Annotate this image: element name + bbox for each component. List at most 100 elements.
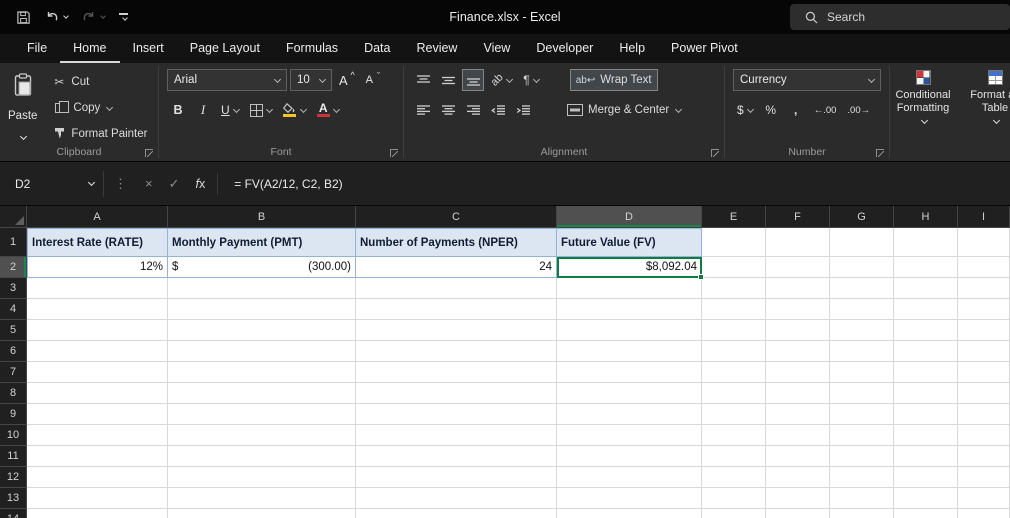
cell-H8[interactable] xyxy=(894,383,958,404)
row-header-8[interactable]: 8 xyxy=(0,383,27,404)
cell-I10[interactable] xyxy=(958,425,1010,446)
cell-D2[interactable]: $8,092.04 xyxy=(557,257,702,278)
cell-C8[interactable] xyxy=(356,383,557,404)
cell-A1[interactable]: Interest Rate (RATE) xyxy=(27,228,168,257)
row-header-1[interactable]: 1 xyxy=(0,228,27,257)
decrease-indent-button[interactable] xyxy=(487,99,509,121)
cell-C4[interactable] xyxy=(356,299,557,320)
cell-G12[interactable] xyxy=(830,467,894,488)
column-header-B[interactable]: B xyxy=(168,206,356,228)
cell-H6[interactable] xyxy=(894,341,958,362)
tab-review[interactable]: Review xyxy=(403,34,470,63)
cell-I13[interactable] xyxy=(958,488,1010,509)
number-format-select[interactable]: Currency xyxy=(733,69,881,91)
cell-H9[interactable] xyxy=(894,404,958,425)
cell-E5[interactable] xyxy=(702,320,766,341)
cell-D11[interactable] xyxy=(557,446,702,467)
cell-E7[interactable] xyxy=(702,362,766,383)
cell-C10[interactable] xyxy=(356,425,557,446)
cell-H10[interactable] xyxy=(894,425,958,446)
column-header-A[interactable]: A xyxy=(27,206,168,228)
cell-C1[interactable]: Number of Payments (NPER) xyxy=(356,228,557,257)
cell-F10[interactable] xyxy=(766,425,830,446)
column-header-E[interactable]: E xyxy=(702,206,766,228)
cell-H5[interactable] xyxy=(894,320,958,341)
cell-G9[interactable] xyxy=(830,404,894,425)
cell-I4[interactable] xyxy=(958,299,1010,320)
comma-style-button[interactable]: , xyxy=(785,99,807,121)
cell-F13[interactable] xyxy=(766,488,830,509)
cell-B2[interactable]: $(300.00) xyxy=(168,257,356,278)
cell-E8[interactable] xyxy=(702,383,766,404)
cell-A2[interactable]: 12% xyxy=(27,257,168,278)
cell-F1[interactable] xyxy=(766,228,830,257)
cell-H3[interactable] xyxy=(894,278,958,299)
cell-H4[interactable] xyxy=(894,299,958,320)
tab-formulas[interactable]: Formulas xyxy=(273,34,351,63)
insert-function-button[interactable]: fx xyxy=(196,177,206,191)
underline-button[interactable]: U xyxy=(217,99,243,121)
cancel-button[interactable]: × xyxy=(145,176,153,191)
cell-A8[interactable] xyxy=(27,383,168,404)
cell-H13[interactable] xyxy=(894,488,958,509)
cell-E4[interactable] xyxy=(702,299,766,320)
cell-C3[interactable] xyxy=(356,278,557,299)
cell-B13[interactable] xyxy=(168,488,356,509)
cell-D10[interactable] xyxy=(557,425,702,446)
cell-A12[interactable] xyxy=(27,467,168,488)
cell-B12[interactable] xyxy=(168,467,356,488)
cell-G2[interactable] xyxy=(830,257,894,278)
cell-E3[interactable] xyxy=(702,278,766,299)
cell-A7[interactable] xyxy=(27,362,168,383)
cell-G13[interactable] xyxy=(830,488,894,509)
cell-I14[interactable] xyxy=(958,509,1010,518)
enter-button[interactable]: ✓ xyxy=(169,176,180,192)
cell-A6[interactable] xyxy=(27,341,168,362)
cell-H2[interactable] xyxy=(894,257,958,278)
cell-G5[interactable] xyxy=(830,320,894,341)
cell-C9[interactable] xyxy=(356,404,557,425)
cell-G10[interactable] xyxy=(830,425,894,446)
cell-F14[interactable] xyxy=(766,509,830,518)
cell-H12[interactable] xyxy=(894,467,958,488)
cell-E1[interactable] xyxy=(702,228,766,257)
cell-C13[interactable] xyxy=(356,488,557,509)
cell-F12[interactable] xyxy=(766,467,830,488)
cell-I5[interactable] xyxy=(958,320,1010,341)
decrease-decimal-button[interactable]: .00→ xyxy=(843,99,874,121)
font-name-select[interactable]: Arial xyxy=(167,69,287,91)
number-dialog-launcher[interactable] xyxy=(876,149,884,157)
percent-style-button[interactable]: % xyxy=(760,99,782,121)
text-direction-button[interactable]: ¶ xyxy=(519,69,542,91)
cell-I1[interactable] xyxy=(958,228,1010,257)
cell-D7[interactable] xyxy=(557,362,702,383)
cell-D8[interactable] xyxy=(557,383,702,404)
cell-H11[interactable] xyxy=(894,446,958,467)
cut-button[interactable]: ✂ Cut xyxy=(46,71,153,93)
increase-decimal-button[interactable]: ←.00 xyxy=(810,99,841,121)
column-header-C[interactable]: C xyxy=(356,206,557,228)
font-dialog-launcher[interactable] xyxy=(390,149,398,157)
cell-D14[interactable] xyxy=(557,509,702,518)
accounting-format-button[interactable]: $ xyxy=(733,99,757,121)
font-color-button[interactable]: A xyxy=(313,99,343,121)
cell-I8[interactable] xyxy=(958,383,1010,404)
cell-C14[interactable] xyxy=(356,509,557,518)
cell-G1[interactable] xyxy=(830,228,894,257)
cell-F5[interactable] xyxy=(766,320,830,341)
cell-D5[interactable] xyxy=(557,320,702,341)
row-header-13[interactable]: 13 xyxy=(0,488,27,509)
cell-E9[interactable] xyxy=(702,404,766,425)
cell-B11[interactable] xyxy=(168,446,356,467)
cell-I3[interactable] xyxy=(958,278,1010,299)
align-right-button[interactable] xyxy=(462,99,484,121)
cell-G7[interactable] xyxy=(830,362,894,383)
cell-A11[interactable] xyxy=(27,446,168,467)
merge-center-button[interactable]: Merge & Center xyxy=(561,99,687,121)
row-header-3[interactable]: 3 xyxy=(0,278,27,299)
cell-E14[interactable] xyxy=(702,509,766,518)
column-header-H[interactable]: H xyxy=(894,206,958,228)
copy-button[interactable]: Copy xyxy=(46,97,153,119)
cell-B14[interactable] xyxy=(168,509,356,518)
fill-color-button[interactable] xyxy=(279,99,310,121)
